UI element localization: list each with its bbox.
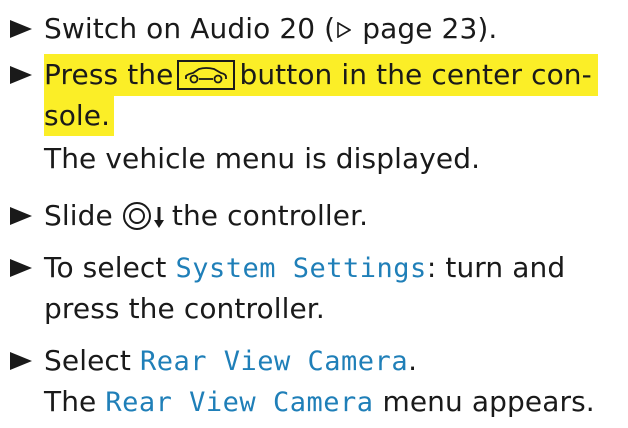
step-text-line-2: press the controller. [44,292,325,325]
page-reference-triangle-icon [337,22,352,38]
instruction-step-5: Select Rear View Camera. The Rear View C… [0,340,628,424]
step-arrow-icon [10,8,34,49]
menu-item-rear-view-camera: Rear View Camera [139,346,409,377]
step-arrow-icon [10,195,34,236]
menu-name-rear-view-camera: Rear View Camera [105,387,374,418]
car-icon [185,67,228,84]
instruction-step-4: To select System Settings: turn and pres… [0,247,628,331]
instruction-step-3: Slide the controller. [0,195,628,236]
step-text: Slide the controller. [44,199,369,232]
step-arrow-icon [10,247,34,288]
step-arrow-icon [10,340,34,381]
step-text: Switch on Audio 20 ( page 23). [44,12,498,45]
step-text-line-1: To select System Settings: turn and [44,251,566,284]
controller-slide-down-icon [122,202,164,230]
menu-item-system-settings: System Settings [175,253,427,284]
instruction-step-1: Switch on Audio 20 ( page 23). [0,8,628,49]
instruction-step-2: Press the button in the center con- sole.… [0,54,628,184]
step-text-line-1: Press the button in the center con- [44,58,592,91]
step-result: The vehicle menu is displayed. [44,142,481,175]
step-arrow-icon [10,54,34,95]
vehicle-button [177,60,236,90]
page-reference: page 23 [362,12,478,45]
step-result: The Rear View Camera menu appears. [44,385,595,418]
step-text: Select Rear View Camera. [44,344,418,377]
step-text-line-2: sole. [44,99,111,132]
